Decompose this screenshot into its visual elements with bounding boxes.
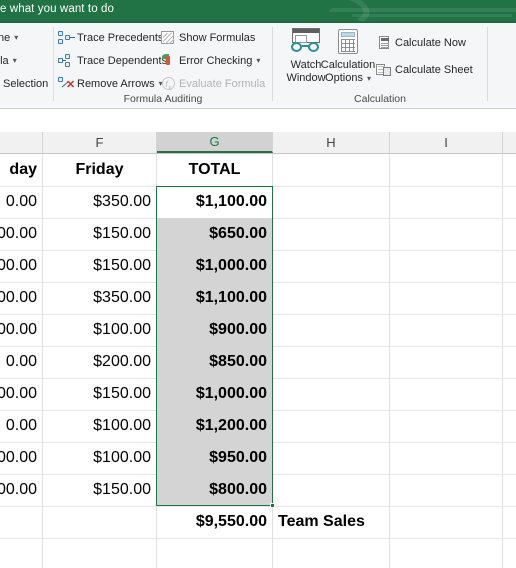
calculation-options-label-2: Options ▾ [325,72,371,84]
evaluate-formula-label: Evaluate Formula [179,77,266,90]
column-header-g[interactable]: G [157,132,273,153]
cell-g-row-1[interactable]: $1,100.00 [157,186,272,218]
cell-e-row-2[interactable]: 00.00 [0,218,42,250]
ribbon-command-create-from-selection[interactable]: Selection [3,74,48,93]
calculation-options-button[interactable]: Calculation Options ▾ [315,28,381,85]
cell-grand-total-label[interactable]: Team Sales [273,506,389,538]
ribbon: ne ▾ ula ▾ Selection Trace Precedents Tr… [0,23,516,109]
group-label-formula-auditing: Formula Auditing [123,93,203,105]
ribbon-command-calculate-sheet[interactable]: Calculate Sheet [376,60,473,79]
calculate-now-icon [376,35,393,51]
chevron-down-icon[interactable]: ▾ [367,74,371,83]
cell-f-row-2[interactable]: $150.00 [43,218,156,250]
defined-names-label-1: ne [0,31,11,44]
cell-e-row-7[interactable]: 00.00 [0,378,42,410]
column-header-j[interactable] [503,132,516,153]
group-separator [272,27,273,101]
calculate-now-label: Calculate Now [395,36,466,49]
defined-names-label-3: Selection [3,77,49,90]
cell-e-row-3[interactable]: 00.00 [0,250,42,282]
trace-precedents-icon [58,30,75,46]
decorative-stripe-1 [328,8,516,12]
defined-names-label-2: ula [0,54,9,67]
cell-f-row-1[interactable]: $350.00 [43,186,156,218]
column-header-h[interactable]: H [273,132,390,153]
group-separator [487,27,488,101]
calculation-options-icon [335,28,361,56]
remove-arrows-label: Remove Arrows [77,77,155,90]
cell-g-row-10[interactable]: $800.00 [157,474,272,506]
tell-me-search-input[interactable]: e what you want to do [0,3,114,15]
cell-g-row-7[interactable]: $1,000.00 [157,378,272,410]
trace-precedents-label: Trace Precedents [77,31,164,44]
evaluate-formula-icon: fx [160,76,177,92]
calculate-sheet-icon [376,62,393,78]
trace-dependents-icon [58,53,75,69]
chevron-down-icon[interactable]: ▾ [13,56,17,65]
cell-grand-total-value[interactable]: $9,550.00 [157,506,272,538]
cell-g-row-3[interactable]: $1,000.00 [157,250,272,282]
cell-e-row-4[interactable]: 00.00 [0,282,42,314]
cell-header-g[interactable]: TOTAL [157,154,272,186]
spreadsheet-grid[interactable]: F G H I day Friday TOTAL 0.00 $350.00 $1,100.… [0,109,516,568]
trace-dependents-label: Trace Dependents [77,54,168,67]
cell-g-row-8[interactable]: $1,200.00 [157,410,272,442]
cell-f-row-3[interactable]: $150.00 [43,250,156,282]
cell-f-row-4[interactable]: $350.00 [43,282,156,314]
ribbon-command-trace-dependents[interactable]: Trace Dependents [58,51,167,70]
remove-arrows-icon: ✕ [58,76,75,92]
column-header-f[interactable]: F [43,132,157,153]
calculate-sheet-label: Calculate Sheet [395,63,473,76]
column-header-row: F G H I [0,132,516,154]
column-header-i[interactable]: I [390,132,503,153]
error-checking-label: Error Checking [179,54,253,67]
cell-e-row-5[interactable]: 00.00 [0,314,42,346]
cell-g-row-6[interactable]: $850.00 [157,346,272,378]
ribbon-command-error-checking[interactable]: Error Checking ▾ [160,51,260,70]
calculation-options-label-1: Calculation [320,59,376,71]
ribbon-command-show-formulas[interactable]: Show Formulas [160,28,255,47]
ribbon-command-evaluate-formula: fx Evaluate Formula [160,74,265,93]
cell-f-row-10[interactable]: $150.00 [43,474,156,506]
ribbon-command-trace-precedents[interactable]: Trace Precedents [58,28,163,47]
cell-e-row-10[interactable]: 00.00 [0,474,42,506]
cell-g-row-2[interactable]: $650.00 [157,218,272,250]
decorative-stripe-2 [352,14,512,17]
cell-e-row-6[interactable]: 0.00 [0,346,42,378]
cell-f-row-8[interactable]: $100.00 [43,410,156,442]
cell-header-f[interactable]: Friday [43,154,156,186]
cell-e-row-8[interactable]: 0.00 [0,410,42,442]
cell-g-row-4[interactable]: $1,100.00 [157,282,272,314]
chevron-down-icon[interactable]: ▾ [256,56,260,65]
column-header-e[interactable] [0,132,43,153]
cell-header-e[interactable]: day [0,154,42,186]
error-checking-icon [160,53,177,69]
show-formulas-label: Show Formulas [179,31,256,44]
gridline-horizontal [0,538,516,539]
cell-f-row-5[interactable]: $100.00 [43,314,156,346]
cell-g-row-9[interactable]: $950.00 [157,442,272,474]
cell-f-row-7[interactable]: $150.00 [43,378,156,410]
chevron-down-icon[interactable]: ▾ [14,33,18,42]
ribbon-command-remove-arrows[interactable]: ✕ Remove Arrows ▾ [58,74,163,93]
group-separator [53,27,54,101]
cell-g-row-5[interactable]: $900.00 [157,314,272,346]
ribbon-command-define-name[interactable]: ne ▾ [0,28,18,47]
cell-f-row-6[interactable]: $200.00 [43,346,156,378]
title-bar: e what you want to do [0,0,516,21]
ribbon-command-calculate-now[interactable]: Calculate Now [376,33,466,52]
selection-fill-handle[interactable] [270,503,275,508]
group-label-calculation: Calculation [354,93,406,105]
ribbon-command-use-in-formula[interactable]: ula ▾ [0,51,17,70]
grid-cells-area[interactable]: day Friday TOTAL 0.00 $350.00 $1,100.00 00.00 $… [0,154,516,568]
cell-e-row-9[interactable]: 00.00 [0,442,42,474]
show-formulas-icon [160,30,177,46]
cell-e-row-1[interactable]: 0.00 [0,186,42,218]
cell-f-row-9[interactable]: $100.00 [43,442,156,474]
